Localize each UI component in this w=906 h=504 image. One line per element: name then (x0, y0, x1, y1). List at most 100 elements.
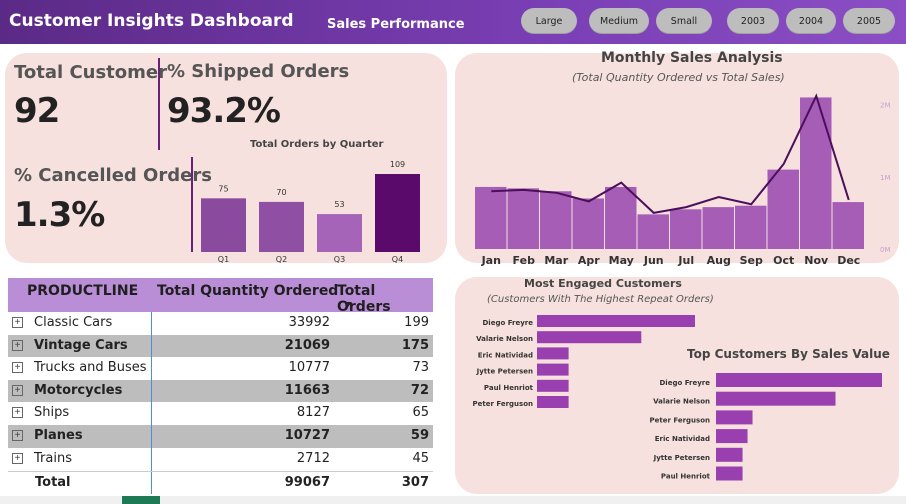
month-bar-Jul[interactable] (670, 209, 702, 249)
productline-cell: Vintage Cars (34, 337, 128, 353)
sort-descending-icon[interactable] (344, 302, 352, 307)
month-label: Jun (643, 254, 664, 267)
expand-icon[interactable]: + (12, 452, 23, 464)
y-tick-label: 1M (880, 174, 891, 182)
month-label: Oct (773, 254, 794, 267)
y-tick-label: 2M (880, 102, 891, 110)
expand-icon[interactable]: + (12, 362, 23, 374)
customer-label: Jytte Petersen (653, 454, 710, 462)
expand-icon[interactable]: + (12, 430, 23, 441)
quarter-bar-Q4[interactable] (375, 174, 420, 252)
month-bar-Feb[interactable] (507, 188, 540, 249)
quarter-value-label: 75 (218, 184, 228, 193)
month-bar-Jun[interactable] (637, 214, 670, 249)
engaged-chart-title: Most Engaged Customers (524, 277, 682, 290)
month-bar-Jan[interactable] (475, 186, 507, 249)
expand-icon[interactable]: + (12, 339, 23, 351)
total-orders: 307 (401, 475, 429, 490)
customer-label: Peter Ferguson (472, 400, 533, 408)
page-title: Sales Performance (327, 17, 465, 32)
top-sales-chart-title: Top Customers By Sales Value (687, 347, 890, 361)
month-label: Apr (578, 254, 600, 267)
month-bar-Dec[interactable] (832, 202, 865, 249)
productline-cell: Ships (34, 405, 70, 421)
quantity-cell: 2712 (296, 450, 330, 466)
month-label: Jan (481, 254, 501, 267)
col-total-quantity[interactable]: Total Quantity Ordered (157, 283, 338, 299)
customer-label: Eric Natividad (478, 351, 533, 359)
table-total-row: Total 99067 307 (8, 471, 433, 494)
month-bar-Oct[interactable] (767, 169, 800, 249)
col-total-orders[interactable]: Total Orders (337, 283, 433, 315)
column-divider (151, 312, 152, 494)
customer-bar[interactable] (537, 347, 569, 360)
month-label: Nov (804, 254, 829, 267)
expand-icon[interactable]: + (12, 384, 23, 396)
customer-bar[interactable] (716, 429, 748, 444)
table-row[interactable]: + Trains 2712 45 (8, 448, 433, 471)
kpi-card: Total Customer 92 % Shipped Orders 93.2%… (5, 53, 447, 264)
slicer-2005[interactable]: 2005 (843, 8, 895, 34)
orders-cell: 45 (412, 450, 429, 466)
customer-bar[interactable] (537, 363, 569, 376)
quarter-category-label: Q3 (334, 255, 345, 264)
customer-bar[interactable] (716, 410, 753, 425)
month-bar-Apr[interactable] (572, 198, 605, 249)
quarter-category-label: Q2 (276, 255, 287, 264)
quarter-bar-Q1[interactable] (201, 198, 246, 252)
customer-bar[interactable] (716, 391, 836, 406)
table-row[interactable]: + Motorcycles 11663 72 (8, 379, 433, 403)
month-bar-Sep[interactable] (735, 205, 767, 249)
customer-bar[interactable] (716, 447, 743, 462)
customer-bar[interactable] (537, 315, 695, 327)
month-label: Sep (740, 254, 763, 267)
quarter-chart-title: Total Orders by Quarter (250, 139, 384, 150)
month-bar-May[interactable] (605, 186, 637, 249)
customer-bar[interactable] (537, 331, 642, 344)
customer-label: Jytte Petersen (476, 368, 533, 376)
customer-label: Eric Natividad (655, 435, 710, 443)
col-productline[interactable]: PRODUCTLINE (27, 283, 138, 299)
slicer-small[interactable]: Small (656, 8, 712, 34)
table-row[interactable]: + Vintage Cars 21069 175 (8, 334, 433, 358)
slicer-2004[interactable]: 2004 (786, 8, 836, 34)
header-bar: Customer Insights Dashboard Sales Perfor… (0, 0, 906, 44)
orders-cell: 73 (412, 360, 429, 376)
customer-label: Valarie Nelson (653, 398, 710, 406)
month-label: Aug (707, 254, 731, 267)
customer-bar[interactable] (716, 373, 882, 387)
quantity-cell: 10727 (284, 428, 330, 443)
productline-cell: Planes (34, 428, 83, 443)
quantity-cell: 8127 (296, 405, 330, 421)
expand-icon[interactable]: + (12, 407, 23, 419)
monthly-sales-card: Monthly Sales Analysis (Total Quantity O… (455, 50, 899, 267)
orders-cell: 59 (410, 428, 429, 443)
table-row[interactable]: + Trucks and Buses 10777 73 (8, 357, 433, 380)
quantity-cell: 11663 (284, 382, 330, 398)
quarter-value-label: 70 (276, 188, 286, 197)
table-row[interactable]: + Ships 8127 65 (8, 402, 433, 425)
quarter-bar-Q2[interactable] (259, 201, 304, 252)
orders-cell: 175 (401, 337, 429, 353)
customer-bar[interactable] (537, 379, 569, 392)
expand-icon[interactable]: + (12, 317, 23, 328)
slicer-large[interactable]: Large (521, 8, 577, 34)
productline-cell: Classic Cars (34, 315, 113, 330)
active-page-tab[interactable] (122, 496, 160, 504)
customer-bar[interactable] (716, 466, 743, 481)
quarter-bar-Q3[interactable] (317, 214, 362, 252)
shipped-value: 93.2% (167, 91, 281, 131)
table-row[interactable]: + Classic Cars 33992 199 (8, 312, 433, 335)
dashboard: Customer Insights Dashboard Sales Perfor… (0, 0, 906, 504)
quarter-bar-chart: 75 Q1 70 Q2 53 Q3 109 Q4 (191, 157, 420, 264)
slicer-2003[interactable]: 2003 (727, 8, 779, 34)
table-row[interactable]: + Planes 10727 59 (8, 425, 433, 448)
total-qty: 99067 (284, 475, 330, 490)
month-label: Mar (544, 254, 568, 267)
customer-bar[interactable] (537, 396, 569, 408)
slicer-medium[interactable]: Medium (589, 8, 649, 34)
quantity-cell: 10777 (288, 360, 330, 376)
month-bar-Aug[interactable] (702, 207, 735, 249)
engaged-chart-subtitle: (Customers With The Highest Repeat Order… (487, 294, 714, 305)
month-bar-Mar[interactable] (540, 191, 572, 249)
